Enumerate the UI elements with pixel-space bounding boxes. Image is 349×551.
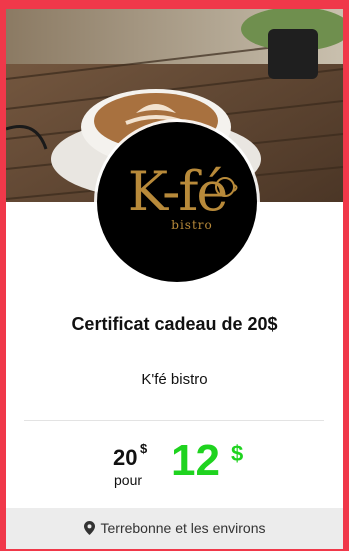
sale-price-currency: $ xyxy=(231,441,244,466)
price-connector: pour xyxy=(114,472,143,488)
map-pin-icon xyxy=(83,521,95,535)
card-frame: K-fé bistro Certificat cadeau de 20$ K'f… xyxy=(0,0,349,551)
original-price: 20 xyxy=(113,445,138,470)
location-row: Terrebonne et les environs xyxy=(6,520,343,536)
merchant-name[interactable]: K'fé bistro xyxy=(6,371,343,388)
location-footer: Terrebonne et les environs xyxy=(6,508,343,549)
offer-title[interactable]: Certificat cadeau de 20$ xyxy=(6,314,343,335)
location-text: Terrebonne et les environs xyxy=(100,520,266,536)
sale-price: 12 xyxy=(171,436,220,485)
divider xyxy=(24,420,324,421)
merchant-logo: K-fé bistro xyxy=(97,122,257,282)
original-price-currency: $ xyxy=(140,441,148,456)
price-block: 20 $ pour 12 $ xyxy=(6,437,343,497)
coffee-cup-icon xyxy=(215,177,238,197)
offer-card[interactable]: K-fé bistro Certificat cadeau de 20$ K'f… xyxy=(6,9,343,549)
logo-subtext: bistro xyxy=(171,218,213,232)
